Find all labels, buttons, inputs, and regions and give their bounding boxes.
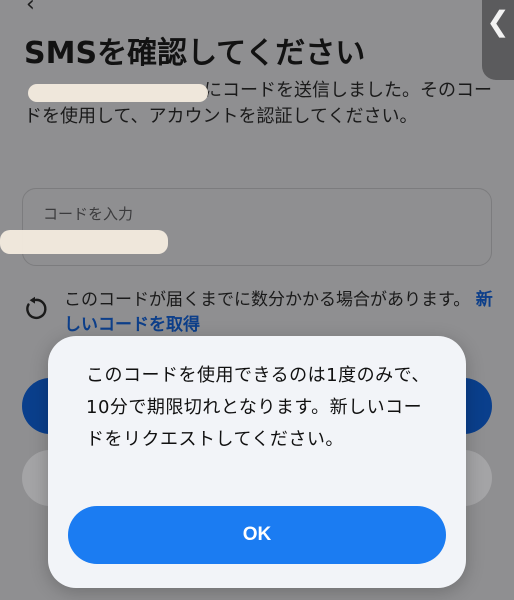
sms-verification-screen: ‹ ❮ SMSを確認してください にコードを送信しました。そのコードを使用して、… <box>0 0 514 600</box>
chevron-left-icon[interactable]: ‹ <box>26 0 35 17</box>
code-input-label: コードを入力 <box>43 205 134 223</box>
page-title: SMSを確認してください <box>24 36 366 71</box>
resend-text: このコードが届くまでに数分かかる場合があります。 新しいコードを取得 <box>64 288 504 338</box>
resend-info: このコードが届くまでに数分かかる場合があります。 <box>64 290 471 310</box>
side-panel-handle[interactable]: ❮ <box>482 0 514 80</box>
refresh-icon[interactable] <box>22 296 48 322</box>
side-handle-chevron-icon: ❮ <box>486 5 510 38</box>
ok-button[interactable]: OK <box>68 506 446 564</box>
redaction-mark <box>28 84 208 102</box>
dialog-message: このコードを使用できるのは1度のみで、10分で期限切れとなります。新しいコードを… <box>86 365 430 450</box>
redaction-mark <box>0 230 168 254</box>
code-expiry-dialog: このコードを使用できるのは1度のみで、10分で期限切れとなります。新しいコードを… <box>48 336 466 588</box>
code-input-field[interactable]: コードを入力 <box>22 188 492 266</box>
